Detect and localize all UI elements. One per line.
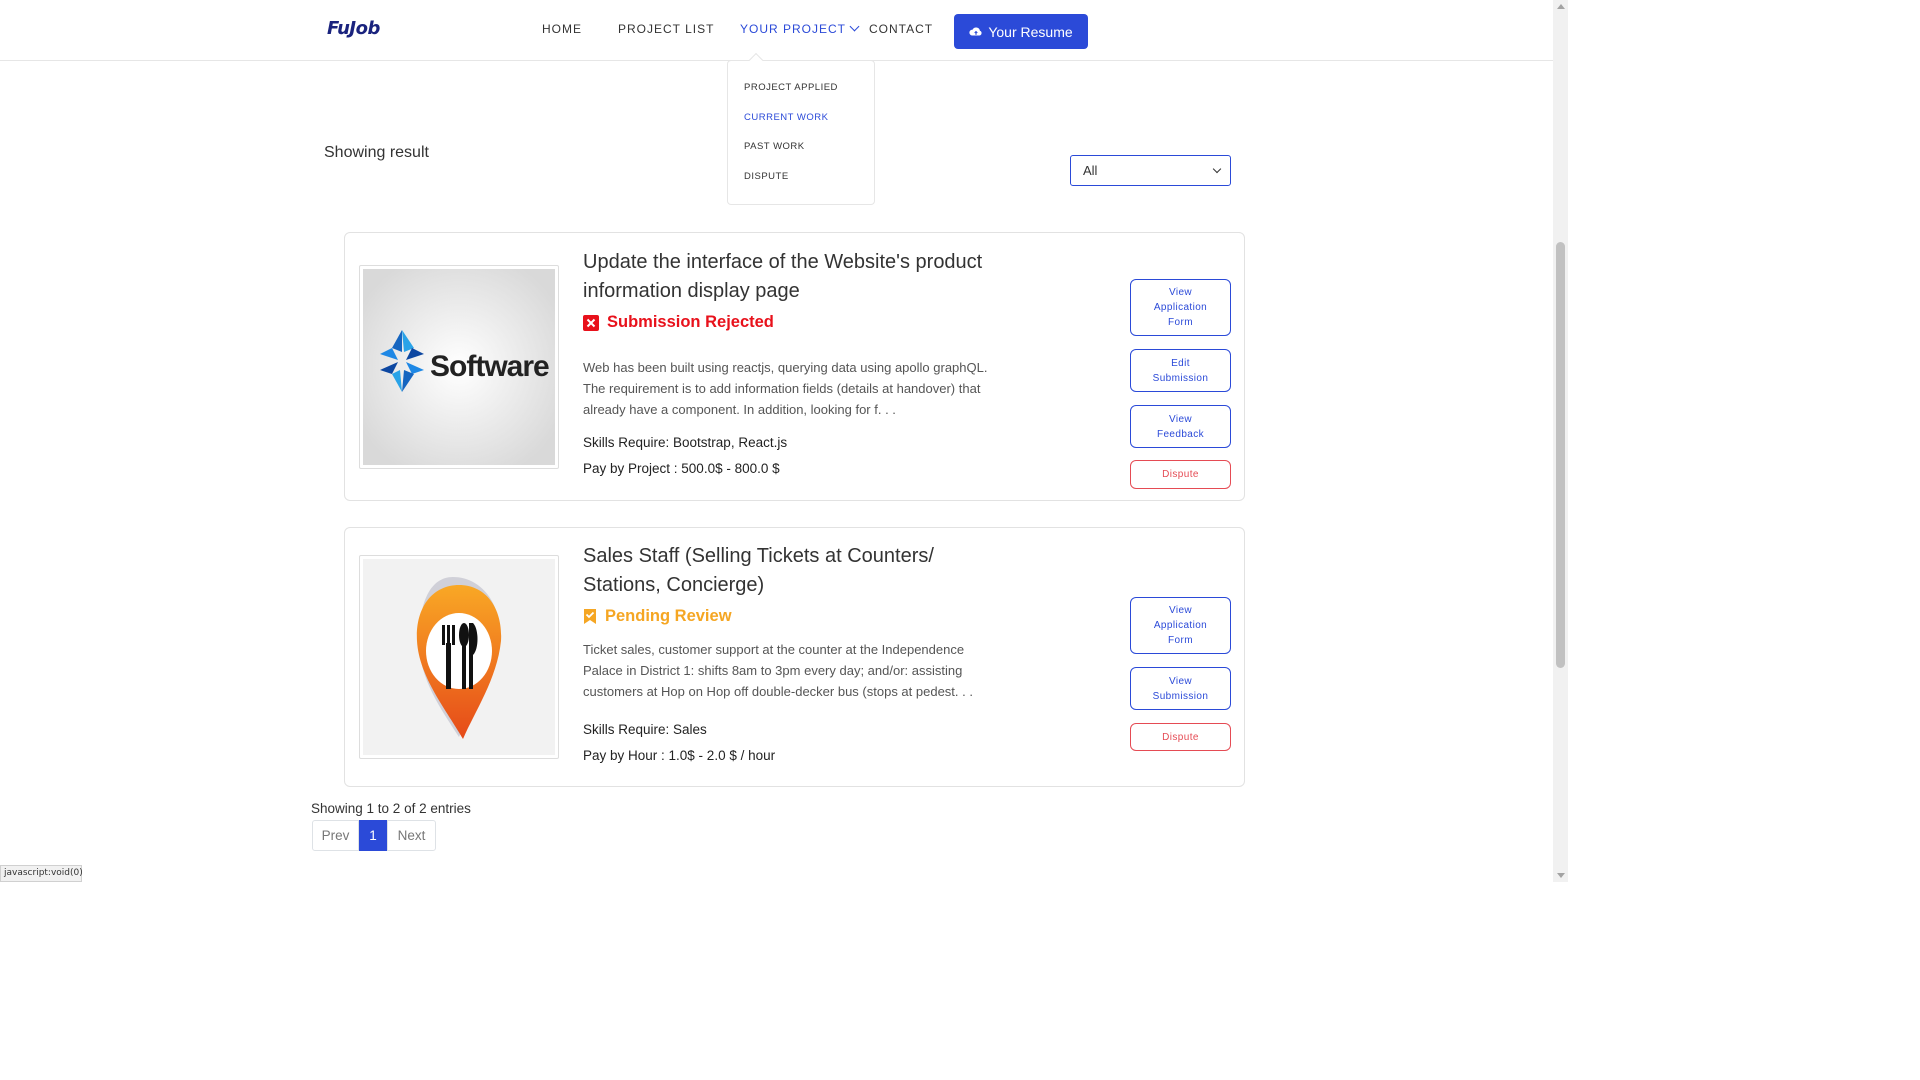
your-resume-label: Your Resume (988, 23, 1073, 40)
edit-submission-button[interactable]: Edit Submission (1130, 349, 1231, 392)
menu-item-past-work[interactable]: PAST WORK (744, 141, 805, 152)
pay-range: Pay by Project : 500.0$ - 800.0 $ (583, 461, 780, 476)
your-resume-button[interactable]: Your Resume (954, 14, 1088, 49)
dispute-button[interactable]: Dispute (1130, 723, 1231, 751)
project-thumbnail: Software (359, 265, 559, 469)
project-description: Ticket sales, customer support at the co… (583, 642, 973, 699)
nav-project-list[interactable]: PROJECT LIST (618, 22, 714, 36)
menu-item-current-work[interactable]: CURRENT WORK (744, 112, 828, 123)
status-filter-value: All (1083, 163, 1098, 178)
project-title[interactable]: Update the interface of the Website's pr… (583, 248, 1003, 306)
scrollbar-thumb[interactable] (1556, 242, 1565, 668)
menu-item-dispute[interactable]: DISPUTE (744, 171, 789, 182)
software-logo-image: Software (363, 269, 555, 465)
chevron-down-icon (849, 21, 860, 32)
pagination-next-button[interactable]: Next (387, 820, 436, 851)
cloud-upload-icon (969, 26, 982, 35)
menu-item-project-applied[interactable]: PROJECT APPLIED (744, 82, 838, 93)
rejected-x-icon (583, 314, 599, 331)
status-text: Submission Rejected (607, 313, 774, 331)
nav-home[interactable]: HOME (542, 22, 582, 36)
nav-contact[interactable]: CONTACT (869, 22, 933, 36)
top-navbar: FuJob HOME PROJECT LIST YOUR PROJECT CON… (0, 0, 1553, 61)
scroll-up-arrow-icon[interactable] (1557, 4, 1565, 9)
results-heading: Showing result (324, 144, 429, 161)
status-text: Pending Review (605, 607, 732, 625)
brand-logo[interactable]: FuJob (327, 18, 380, 39)
bookmark-check-icon (584, 609, 596, 624)
status-badge: Submission Rejected (583, 313, 774, 332)
page-scrollbar[interactable] (1553, 0, 1568, 882)
pagination-prev-button[interactable]: Prev (312, 820, 359, 851)
pagination: Prev 1 Next (312, 820, 436, 851)
view-feedback-button[interactable]: View Feedback (1130, 405, 1231, 448)
project-card: Software Update the interface of the Web… (344, 232, 1245, 501)
restaurant-logo-image (363, 559, 555, 755)
view-application-form-button[interactable]: View Application Form (1130, 597, 1231, 654)
nav-your-project[interactable]: YOUR PROJECT (740, 21, 860, 36)
skills-required: Skills Require: Sales (583, 722, 707, 737)
status-filter-select[interactable]: All (1070, 155, 1231, 186)
chevron-down-icon (1212, 164, 1222, 174)
project-thumbnail (359, 555, 559, 759)
your-project-dropdown: PROJECT APPLIED CURRENT WORK PAST WORK D… (727, 52, 875, 205)
pay-range: Pay by Hour : 1.0$ - 2.0 $ / hour (583, 748, 776, 763)
view-submission-button[interactable]: View Submission (1130, 667, 1231, 710)
software-logo-text: Software (430, 350, 549, 383)
entries-summary: Showing 1 to 2 of 2 entries (311, 801, 471, 816)
skills-required: Skills Require: Bootstrap, React.js (583, 435, 788, 450)
status-badge: Pending Review (583, 607, 732, 626)
scroll-down-arrow-icon[interactable] (1557, 873, 1565, 878)
view-application-form-button[interactable]: View Application Form (1130, 279, 1231, 336)
project-description: Web has been built using reactjs, queryi… (583, 360, 988, 417)
dispute-button[interactable]: Dispute (1130, 460, 1231, 489)
pagination-page-1[interactable]: 1 (359, 820, 387, 851)
project-title[interactable]: Sales Staff (Selling Tickets at Counters… (583, 542, 1003, 600)
nav-your-project-label: YOUR PROJECT (740, 22, 847, 36)
browser-status-url: javascript:void(0) (0, 865, 83, 882)
project-card: Sales Staff (Selling Tickets at Counters… (344, 527, 1245, 787)
